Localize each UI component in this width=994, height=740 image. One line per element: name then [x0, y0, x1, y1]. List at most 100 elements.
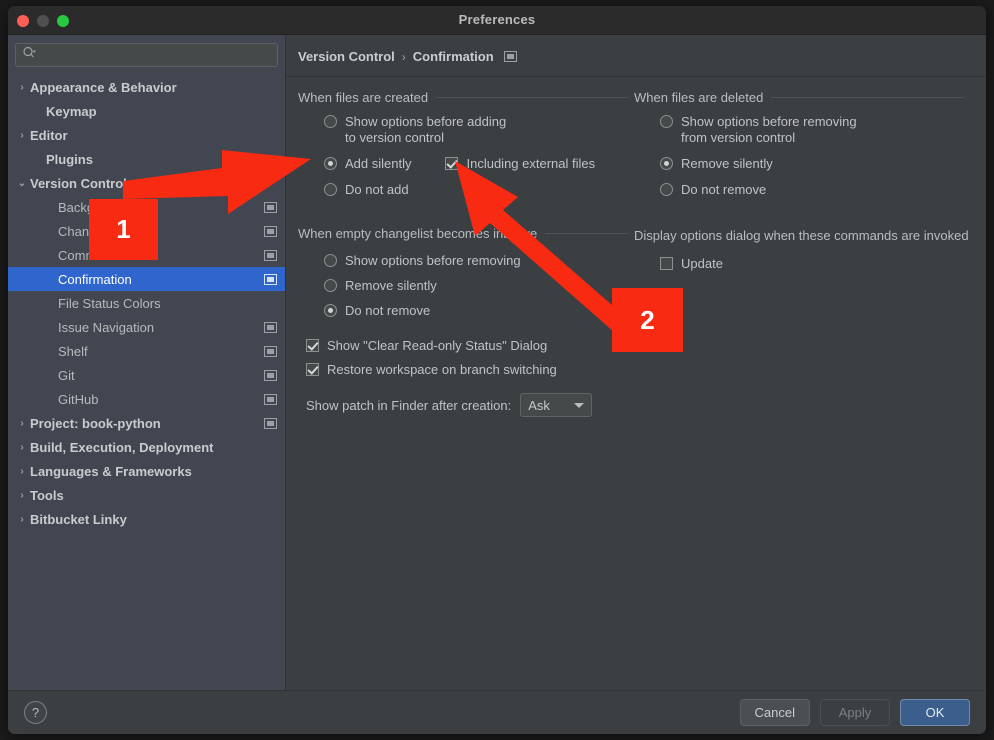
group-when-files-deleted: When files are deleted [634, 87, 964, 107]
chevron-icon[interactable]: › [14, 514, 30, 525]
right-column: When files are deleted Show options befo… [634, 87, 964, 272]
checkbox-indicator[interactable] [660, 257, 673, 270]
radio-indicator[interactable] [324, 183, 337, 196]
radio-changelist-remove-silently[interactable]: Remove silently [324, 278, 628, 294]
sidebar-item-file-status-colors[interactable]: File Status Colors [8, 291, 285, 315]
radio-do-not-remove[interactable]: Do not remove [660, 182, 964, 198]
group-title-created: When files are created [298, 90, 428, 105]
radio-indicator[interactable] [324, 157, 337, 170]
group-rule [545, 233, 628, 234]
group-when-empty-changelist: When empty changelist becomes inactive [298, 223, 628, 243]
radio-show-options-before-adding[interactable]: Show options before adding to version co… [324, 114, 628, 146]
checkbox-restore-workspace[interactable]: Restore workspace on branch switching [306, 362, 628, 377]
checkbox-indicator[interactable] [306, 339, 319, 352]
radio-indicator[interactable] [324, 115, 337, 128]
sidebar-item-editor[interactable]: ›Editor [8, 123, 285, 147]
checkbox-label: Show "Clear Read-only Status" Dialog [327, 338, 547, 353]
chevron-down-icon [574, 403, 584, 408]
radio-label: Add silently [345, 156, 411, 172]
group-title-commands: Display options dialog when these comman… [634, 228, 969, 243]
sidebar-item-languages-frameworks[interactable]: ›Languages & Frameworks [8, 459, 285, 483]
sidebar-item-label: Editor [30, 128, 277, 143]
sidebar-item-build-execution-deployment[interactable]: ›Build, Execution, Deployment [8, 435, 285, 459]
checkbox-clear-readonly-dialog[interactable]: Show "Clear Read-only Status" Dialog [306, 338, 628, 353]
footer-actions: Cancel Apply OK [740, 699, 970, 726]
radio-indicator[interactable] [660, 157, 673, 170]
radio-indicator[interactable] [324, 279, 337, 292]
radio-show-options-before-removing[interactable]: Show options before removing from versio… [660, 114, 964, 146]
radio-add-silently[interactable]: Add silently [324, 156, 411, 172]
radio-label: Do not remove [345, 303, 430, 319]
checkbox-indicator[interactable] [445, 157, 458, 170]
sidebar-item-github[interactable]: GitHub [8, 387, 285, 411]
sidebar-item-label: Languages & Frameworks [30, 464, 277, 479]
sidebar-item-tools[interactable]: ›Tools [8, 483, 285, 507]
sidebar-item-label: Bitbucket Linky [30, 512, 277, 527]
group-display-options-dialog: Display options dialog when these comman… [634, 225, 964, 245]
apply-button[interactable]: Apply [820, 699, 890, 726]
show-patch-label: Show patch in Finder after creation: [306, 398, 511, 413]
add-silently-row: Add silently Including external files [298, 146, 628, 172]
settings-tree: ›Appearance & BehaviorKeymap›EditorPlugi… [8, 73, 285, 531]
group-title-changelist: When empty changelist becomes inactive [298, 226, 537, 241]
sidebar-item-label: Shelf [58, 344, 264, 359]
radio-indicator[interactable] [660, 115, 673, 128]
sidebar-item-keymap[interactable]: Keymap [8, 99, 285, 123]
chevron-icon[interactable]: › [14, 418, 30, 429]
show-patch-value: Ask [528, 398, 550, 413]
sidebar-item-bitbucket-linky[interactable]: ›Bitbucket Linky [8, 507, 285, 531]
sidebar-item-confirmation[interactable]: Confirmation [8, 267, 285, 291]
sidebar-item-issue-navigation[interactable]: Issue Navigation [8, 315, 285, 339]
chevron-icon[interactable]: › [14, 490, 30, 501]
sidebar-item-project-book-python[interactable]: ›Project: book-python [8, 411, 285, 435]
ok-button[interactable]: OK [900, 699, 970, 726]
sidebar-item-label: Plugins [46, 152, 277, 167]
radio-remove-silently[interactable]: Remove silently [660, 156, 964, 172]
chevron-icon[interactable]: › [14, 466, 30, 477]
chevron-icon[interactable]: › [14, 130, 30, 141]
sidebar-item-plugins[interactable]: Plugins [8, 147, 285, 171]
help-button[interactable]: ? [24, 701, 47, 724]
checkbox-label: Restore workspace on branch switching [327, 362, 557, 377]
show-patch-dropdown[interactable]: Ask [520, 393, 592, 417]
settings-main-panel: Version Control › Confirmation When file… [286, 35, 986, 691]
search-input[interactable] [37, 47, 271, 63]
sidebar-item-appearance-behavior[interactable]: ›Appearance & Behavior [8, 75, 285, 99]
window-title: Preferences [8, 12, 986, 27]
checkbox-label: Update [681, 256, 723, 272]
project-scope-icon [264, 346, 277, 357]
chevron-icon[interactable]: › [14, 82, 30, 93]
radio-do-not-add[interactable]: Do not add [324, 182, 628, 198]
sidebar-item-label: Project: book-python [30, 416, 264, 431]
annotation-badge-2: 2 [612, 288, 683, 352]
breadcrumb-current: Confirmation [413, 49, 494, 64]
radio-changelist-show-options[interactable]: Show options before removing [324, 253, 628, 269]
settings-content: When files are created Show options befo… [286, 87, 986, 691]
checkbox-update[interactable]: Update [660, 256, 964, 272]
sidebar-item-label: Confirmation [58, 272, 264, 287]
radio-indicator[interactable] [660, 183, 673, 196]
window-body: ›Appearance & BehaviorKeymap›EditorPlugi… [8, 35, 986, 691]
search-box[interactable] [15, 43, 278, 67]
radio-changelist-do-not-remove[interactable]: Do not remove [324, 303, 628, 319]
annotation-badge-1: 1 [89, 199, 158, 260]
chevron-icon[interactable]: › [14, 442, 30, 453]
checkbox-including-external-files[interactable]: Including external files [445, 156, 595, 172]
breadcrumb-parent[interactable]: Version Control [298, 49, 395, 64]
radio-label: Show options before removing [345, 253, 521, 269]
sidebar-item-shelf[interactable]: Shelf [8, 339, 285, 363]
project-scope-icon [504, 51, 517, 62]
sidebar-item-label: Version Control [30, 176, 277, 191]
search-icon [22, 46, 37, 64]
cancel-button[interactable]: Cancel [740, 699, 810, 726]
chevron-icon[interactable]: ⌄ [14, 178, 30, 189]
window-titlebar: Preferences [8, 6, 986, 35]
project-scope-icon [264, 202, 277, 213]
radio-indicator[interactable] [324, 254, 337, 267]
sidebar-item-label: GitHub [58, 392, 264, 407]
show-patch-in-finder-row: Show patch in Finder after creation: Ask [306, 393, 628, 417]
sidebar-item-git[interactable]: Git [8, 363, 285, 387]
radio-indicator[interactable] [324, 304, 337, 317]
checkbox-indicator[interactable] [306, 363, 319, 376]
sidebar-item-version-control[interactable]: ⌄Version Control [8, 171, 285, 195]
